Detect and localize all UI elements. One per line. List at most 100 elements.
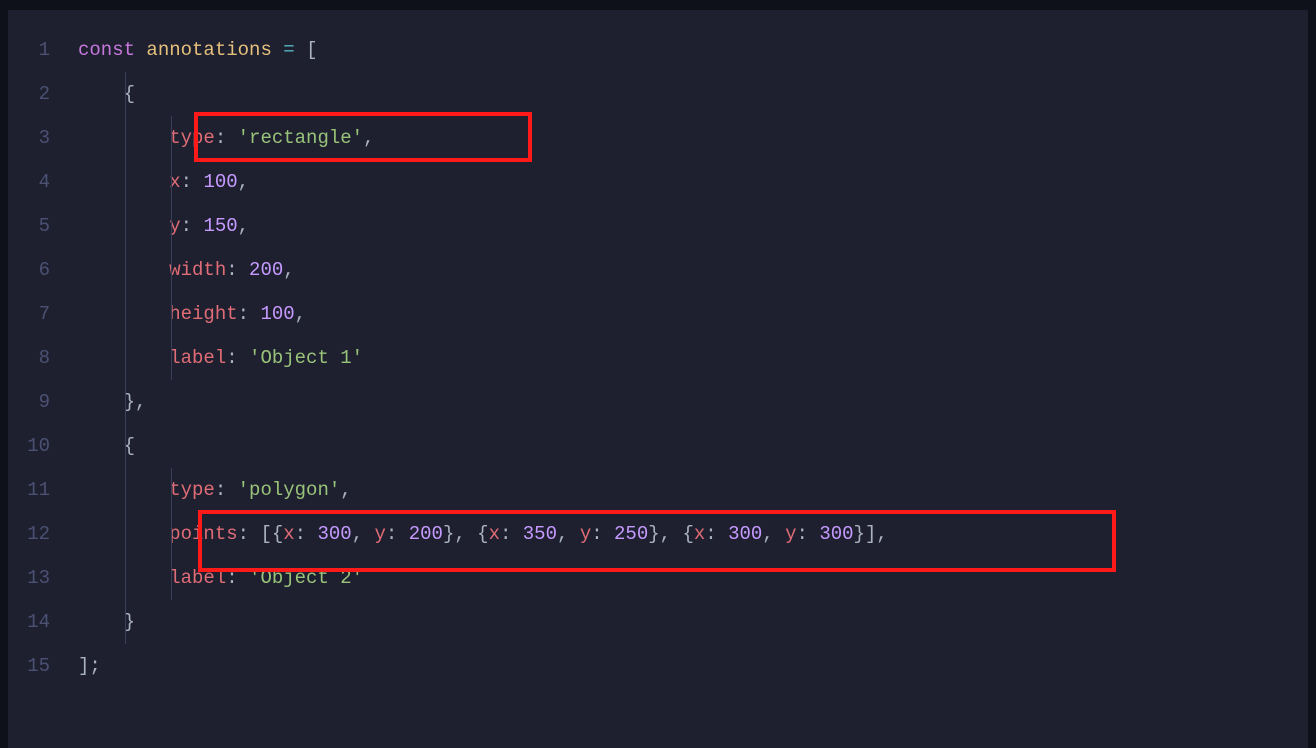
token-key: height (169, 303, 237, 325)
code-content[interactable]: ]; (78, 644, 1308, 688)
line-number: 9 (8, 380, 78, 424)
token-punct: , (352, 523, 375, 545)
code-content[interactable]: type: 'rectangle', (78, 116, 1308, 160)
indent-guide (125, 204, 126, 248)
token-plain (135, 39, 146, 61)
token-num: 100 (203, 171, 237, 193)
token-key: type (169, 479, 215, 501)
line-number: 14 (8, 600, 78, 644)
token-plain (78, 171, 169, 193)
token-plain: : (215, 127, 238, 149)
token-plain (78, 83, 124, 105)
code-content[interactable]: x: 100, (78, 160, 1308, 204)
line-number: 5 (8, 204, 78, 248)
code-line[interactable]: 8 label: 'Object 1' (8, 336, 1308, 380)
token-plain: : (591, 523, 614, 545)
token-num: 300 (819, 523, 853, 545)
indent-guide (125, 424, 126, 468)
token-plain (78, 435, 124, 457)
code-line[interactable]: 15]; (8, 644, 1308, 688)
token-key: y (580, 523, 591, 545)
token-key: x (694, 523, 705, 545)
line-number: 10 (8, 424, 78, 468)
token-num: 150 (203, 215, 237, 237)
token-plain (78, 479, 169, 501)
code-content[interactable]: width: 200, (78, 248, 1308, 292)
code-line[interactable]: 2 { (8, 72, 1308, 116)
token-punct: [{ (260, 523, 283, 545)
token-plain: : (181, 171, 204, 193)
indent-guide (125, 512, 126, 556)
code-editor[interactable]: 1const annotations = [2 {3 type: 'rectan… (8, 10, 1308, 748)
code-content[interactable]: label: 'Object 1' (78, 336, 1308, 380)
code-content[interactable]: { (78, 424, 1308, 468)
token-plain: : (705, 523, 728, 545)
line-number: 4 (8, 160, 78, 204)
token-punct: , (295, 303, 306, 325)
token-key: y (785, 523, 796, 545)
indent-guide (171, 556, 172, 600)
token-num: 300 (317, 523, 351, 545)
line-number: 11 (8, 468, 78, 512)
token-num: 250 (614, 523, 648, 545)
code-content[interactable]: } (78, 600, 1308, 644)
indent-guide (125, 380, 126, 424)
indent-guide (171, 204, 172, 248)
code-content[interactable]: }, (78, 380, 1308, 424)
indent-guide (171, 468, 172, 512)
code-line[interactable]: 6 width: 200, (8, 248, 1308, 292)
token-punct: }, { (443, 523, 489, 545)
token-plain (78, 215, 169, 237)
code-line[interactable]: 14 } (8, 600, 1308, 644)
token-str: 'Object 1' (249, 347, 363, 369)
token-plain: : (797, 523, 820, 545)
token-num: 300 (728, 523, 762, 545)
token-plain (272, 39, 283, 61)
code-content[interactable]: points: [{x: 300, y: 200}, {x: 350, y: 2… (78, 512, 1308, 556)
code-line[interactable]: 11 type: 'polygon', (8, 468, 1308, 512)
token-plain (78, 303, 169, 325)
code-line[interactable]: 13 label: 'Object 2' (8, 556, 1308, 600)
code-content[interactable]: height: 100, (78, 292, 1308, 336)
indent-guide (125, 600, 126, 644)
token-plain: : (295, 523, 318, 545)
indent-guide (125, 556, 126, 600)
code-line[interactable]: 9 }, (8, 380, 1308, 424)
code-line[interactable]: 1const annotations = [ (8, 28, 1308, 72)
token-punct: , (135, 391, 146, 413)
indent-guide (171, 248, 172, 292)
token-plain (295, 39, 306, 61)
code-line[interactable]: 4 x: 100, (8, 160, 1308, 204)
indent-guide (125, 160, 126, 204)
token-str: 'polygon' (238, 479, 341, 501)
token-punct: , (340, 479, 351, 501)
code-line[interactable]: 7 height: 100, (8, 292, 1308, 336)
token-num: 200 (409, 523, 443, 545)
line-number: 6 (8, 248, 78, 292)
indent-guide (125, 468, 126, 512)
token-plain: : (226, 347, 249, 369)
token-punct: ]; (78, 655, 101, 677)
code-line[interactable]: 5 y: 150, (8, 204, 1308, 248)
code-content[interactable]: { (78, 72, 1308, 116)
code-content[interactable]: type: 'polygon', (78, 468, 1308, 512)
indent-guide (125, 336, 126, 380)
indent-guide (125, 292, 126, 336)
token-key: width (169, 259, 226, 281)
token-punct: }, { (648, 523, 694, 545)
indent-guide (171, 336, 172, 380)
token-plain (78, 611, 124, 633)
indent-guide (125, 72, 126, 116)
code-content[interactable]: y: 150, (78, 204, 1308, 248)
indent-guide (171, 512, 172, 556)
code-content[interactable]: const annotations = [ (78, 28, 1308, 72)
code-content[interactable]: label: 'Object 2' (78, 556, 1308, 600)
code-line[interactable]: 12 points: [{x: 300, y: 200}, {x: 350, y… (8, 512, 1308, 556)
token-num: 200 (249, 259, 283, 281)
indent-guide (125, 248, 126, 292)
token-plain (78, 567, 169, 589)
token-plain (78, 391, 124, 413)
code-line[interactable]: 3 type: 'rectangle', (8, 116, 1308, 160)
code-line[interactable]: 10 { (8, 424, 1308, 468)
line-number: 7 (8, 292, 78, 336)
